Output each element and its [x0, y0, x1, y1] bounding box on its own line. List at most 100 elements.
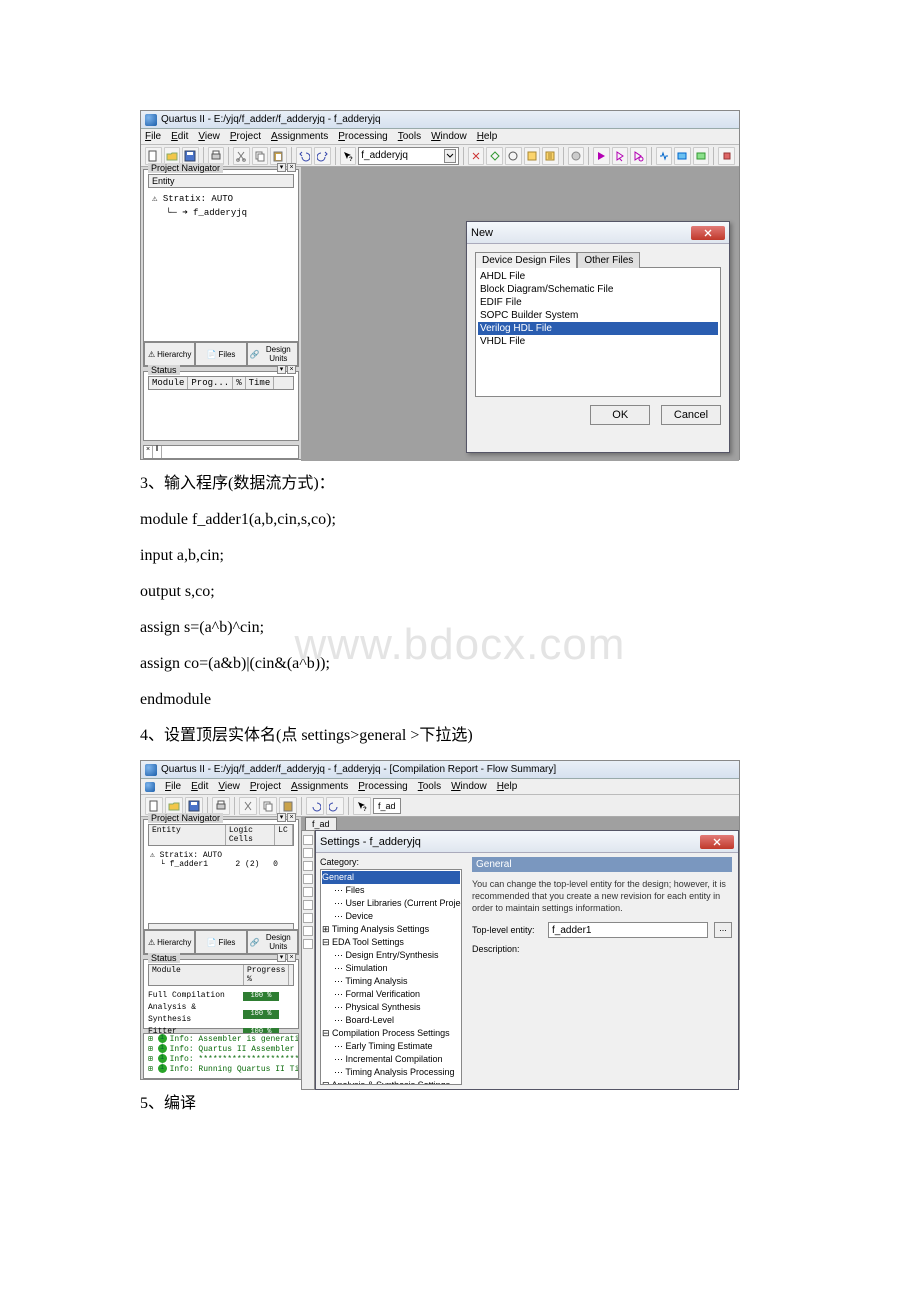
close-icon[interactable] — [691, 226, 725, 240]
menu-tools[interactable]: Tools — [418, 781, 441, 792]
compile-icon[interactable] — [593, 147, 610, 165]
redo-icon[interactable] — [314, 147, 331, 165]
pin-tool-icon[interactable] — [486, 147, 503, 165]
list-item[interactable]: AHDL File — [478, 270, 718, 283]
simulate-icon[interactable] — [656, 147, 673, 165]
tree-root[interactable]: ⚠ Stratix: AUTO — [152, 192, 290, 206]
tree-item[interactable]: ⋯ User Libraries (Current Project) — [322, 897, 460, 910]
programmer-icon[interactable] — [693, 147, 710, 165]
dropdown-icon[interactable]: ▾ — [277, 813, 286, 822]
browse-button[interactable]: ... — [714, 922, 732, 938]
open-icon[interactable] — [164, 147, 181, 165]
report-item-icon[interactable] — [303, 900, 313, 910]
report-item-icon[interactable] — [303, 887, 313, 897]
menu-edit[interactable]: Edit — [171, 131, 188, 142]
new-file-icon[interactable] — [145, 797, 163, 815]
timing-icon[interactable] — [630, 147, 647, 165]
tree-item[interactable]: ⋯ Files — [322, 884, 460, 897]
report-item-icon[interactable] — [303, 874, 313, 884]
analyze-icon[interactable] — [612, 147, 629, 165]
menu-assignments[interactable]: Assignments — [271, 131, 328, 142]
menu-file[interactable]: File — [165, 781, 181, 792]
whats-this-icon[interactable]: ? — [340, 147, 357, 165]
undo-icon[interactable] — [296, 147, 313, 165]
save-icon[interactable] — [185, 797, 203, 815]
signaltap-icon[interactable] — [674, 147, 691, 165]
file-tab-label[interactable]: f_ad — [373, 798, 401, 814]
report-item-icon[interactable] — [303, 926, 313, 936]
menu-window[interactable]: Window — [451, 781, 487, 792]
tree-root[interactable]: ⚠ Stratix: AUTO — [150, 850, 292, 860]
copy-icon[interactable] — [259, 797, 277, 815]
save-icon[interactable] — [182, 147, 199, 165]
tab-other-files[interactable]: Other Files — [577, 252, 640, 268]
list-item[interactable]: SOPC Builder System — [478, 309, 718, 322]
new-file-icon[interactable] — [145, 147, 162, 165]
report-item-icon[interactable] — [303, 939, 313, 949]
close-icon[interactable]: × — [144, 446, 153, 458]
tab-device-design-files[interactable]: Device Design Files — [475, 252, 577, 268]
whats-this-icon[interactable]: ? — [353, 797, 371, 815]
tree-item[interactable]: ⋯ Simulation — [322, 962, 460, 975]
tab-design-units[interactable]: 🔗 Design Units — [247, 930, 298, 954]
report-item-icon[interactable] — [303, 835, 313, 845]
tree-item[interactable]: ⋯ Incremental Compilation — [322, 1053, 460, 1066]
tree-item[interactable]: ⋯ Design Entry/Synthesis — [322, 949, 460, 962]
tree-item[interactable]: ⋯ Timing Analysis — [322, 975, 460, 988]
close-icon[interactable]: × — [287, 813, 296, 822]
menu-tools[interactable]: Tools — [398, 131, 421, 142]
tree-item[interactable]: ⊞ Timing Analysis Settings — [322, 923, 460, 936]
menu-processing[interactable]: Processing — [358, 781, 407, 792]
tree-item[interactable]: ⋯ Physical Synthesis — [322, 1001, 460, 1014]
menu-view[interactable]: View — [198, 131, 220, 142]
list-item[interactable]: Block Diagram/Schematic File — [478, 283, 718, 296]
undo-icon[interactable] — [306, 797, 324, 815]
tree-item[interactable]: ⊟ EDA Tool Settings — [322, 936, 460, 949]
editor-tab[interactable]: f_ad — [305, 817, 337, 830]
menu-bar[interactable]: File Edit View Project Assignments Proce… — [141, 129, 739, 145]
entity-combo[interactable]: f_adderyjq — [358, 147, 459, 165]
menu-window[interactable]: Window — [431, 131, 467, 142]
close-icon[interactable]: × — [287, 163, 296, 172]
menu-file[interactable]: File — [145, 131, 161, 142]
menu-processing[interactable]: Processing — [338, 131, 387, 142]
print-icon[interactable] — [212, 797, 230, 815]
dropdown-icon[interactable]: ▾ — [277, 953, 286, 962]
cut-icon[interactable] — [233, 147, 250, 165]
device-icon[interactable] — [524, 147, 541, 165]
list-item-selected[interactable]: Verilog HDL File — [478, 322, 718, 335]
list-item[interactable]: VHDL File — [478, 335, 718, 348]
tree-item[interactable]: ⋯ Early Timing Estimate — [322, 1040, 460, 1053]
report-item-icon[interactable] — [303, 848, 313, 858]
menu-edit[interactable]: Edit — [191, 781, 208, 792]
stop-icon[interactable] — [568, 147, 585, 165]
tab-files[interactable]: 📄 Files — [195, 342, 246, 366]
copy-icon[interactable] — [252, 147, 269, 165]
menu-project[interactable]: Project — [250, 781, 281, 792]
close-icon[interactable]: × — [287, 953, 296, 962]
menu-help[interactable]: Help — [497, 781, 518, 792]
cut-icon[interactable] — [239, 797, 257, 815]
assign-tool-icon[interactable] — [468, 147, 485, 165]
analysis-icon[interactable] — [542, 147, 559, 165]
category-tree[interactable]: General⋯ Files⋯ User Libraries (Current … — [320, 869, 462, 1085]
report-item-icon[interactable] — [303, 861, 313, 871]
tree-item[interactable]: ⊟ Compilation Process Settings — [322, 1027, 460, 1040]
list-item[interactable]: EDIF File — [478, 296, 718, 309]
tree-item[interactable]: ⋯ Timing Analysis Processing — [322, 1066, 460, 1079]
paste-icon[interactable] — [270, 147, 287, 165]
settings-icon[interactable] — [505, 147, 522, 165]
tab-hierarchy[interactable]: ⚠ Hierarchy — [144, 930, 195, 954]
ok-button[interactable]: OK — [590, 405, 650, 425]
menu-project[interactable]: Project — [230, 131, 261, 142]
tab-files[interactable]: 📄 Files — [195, 930, 246, 954]
entity-tree[interactable]: ⚠ Stratix: AUTO └─ ➜ f_adderyjq — [152, 192, 290, 220]
dropdown-icon[interactable]: ▾ — [277, 365, 286, 374]
tree-child[interactable]: └─ ➜ f_adderyjq — [152, 206, 290, 220]
chip-icon[interactable] — [718, 147, 735, 165]
menu-help[interactable]: Help — [477, 131, 498, 142]
top-level-entity-input[interactable]: f_adder1 — [548, 922, 708, 938]
menu-bar[interactable]: File Edit View Project Assignments Proce… — [141, 779, 739, 795]
paste-icon[interactable] — [279, 797, 297, 815]
menu-assignments[interactable]: Assignments — [291, 781, 348, 792]
